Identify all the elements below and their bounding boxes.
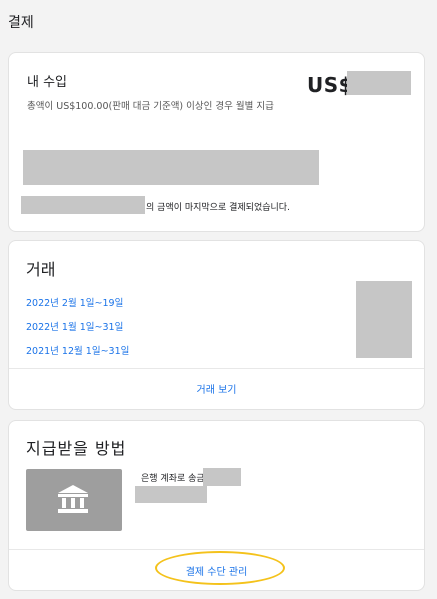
transactions-title: 거래 <box>26 260 56 279</box>
earnings-amount-redacted <box>347 71 411 95</box>
transaction-period-link[interactable]: 2022년 1월 1일~31일 <box>26 319 123 333</box>
bank-account-redacted <box>203 468 241 486</box>
transaction-amounts-redacted <box>356 281 412 358</box>
divider <box>9 549 424 550</box>
transactions-card: 거래 2022년 2월 1일~19일 2022년 1월 1일~31일 2021년… <box>8 240 425 410</box>
transaction-period-link[interactable]: 2021년 12월 1일~31일 <box>26 343 129 357</box>
earnings-description: 총액이 US$100.00(판매 대금 기준액) 이상인 경우 월별 지급 <box>27 101 274 112</box>
bank-details-redacted <box>135 486 207 503</box>
earnings-card: 내 수입 US$ 총액이 US$100.00(판매 대금 기준액) 이상인 경우… <box>8 52 425 232</box>
manage-payment-methods-button[interactable]: 결제 수단 관리 <box>9 563 424 578</box>
payment-method-title: 지급받을 방법 <box>26 439 127 458</box>
bank-icon <box>58 485 88 513</box>
transaction-period-link[interactable]: 2022년 2월 1일~19일 <box>26 295 123 309</box>
bank-transfer-label: 은행 계좌로 송금 <box>141 474 205 484</box>
payment-method-card: 지급받을 방법 은행 계좌로 송금 결제 수단 관리 <box>8 420 425 591</box>
earnings-detail-redacted <box>23 150 319 185</box>
divider <box>9 368 424 369</box>
page-title: 결제 <box>8 15 34 31</box>
bank-tile <box>26 469 122 531</box>
earnings-title: 내 수입 <box>27 75 68 90</box>
last-payment-amount-redacted <box>21 196 145 214</box>
last-payment-text: 의 금액이 마지막으로 결제되었습니다. <box>146 203 290 213</box>
view-transactions-button[interactable]: 거래 보기 <box>9 381 424 396</box>
